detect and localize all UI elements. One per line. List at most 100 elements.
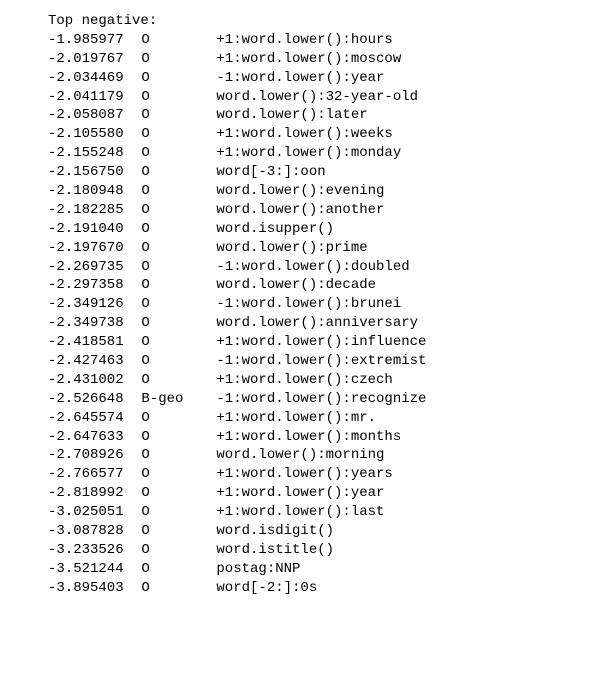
- feature-row: -2.041179 Oword.lower():32-year-old: [48, 88, 614, 107]
- weight-value: -2.526648: [48, 390, 133, 409]
- weight-value: -2.182285: [48, 201, 133, 220]
- class-label: O: [141, 201, 196, 220]
- class-label: O: [141, 314, 196, 333]
- feature-name: -1:word.lower():extremist: [216, 352, 426, 371]
- feature-name: +1:word.lower():last: [216, 503, 384, 522]
- class-label: O: [141, 50, 196, 69]
- feature-name: word.lower():another: [216, 201, 384, 220]
- feature-name: word.lower():decade: [216, 276, 376, 295]
- feature-name: word[-3:]:oon: [216, 163, 325, 182]
- feature-name: +1:word.lower():months: [216, 428, 401, 447]
- weight-value: -3.895403: [48, 579, 133, 598]
- feature-name: word.isupper(): [216, 220, 334, 239]
- class-label: O: [141, 371, 196, 390]
- class-label: O: [141, 295, 196, 314]
- feature-name: word.isdigit(): [216, 522, 334, 541]
- feature-name: -1:word.lower():brunei: [216, 295, 401, 314]
- feature-row: -2.019767 O +1:word.lower():moscow: [48, 50, 614, 69]
- feature-row: -3.025051 O +1:word.lower():last: [48, 503, 614, 522]
- feature-row: -2.180948 Oword.lower():evening: [48, 182, 614, 201]
- feature-name: +1:word.lower():hours: [216, 31, 392, 50]
- class-label: O: [141, 560, 196, 579]
- class-label: O: [141, 163, 196, 182]
- class-label: O: [141, 144, 196, 163]
- feature-row: -2.647633 O+1:word.lower():months: [48, 428, 614, 447]
- feature-name: -1:word.lower():year: [216, 69, 384, 88]
- feature-name: +1:word.lower():moscow: [216, 50, 401, 69]
- weight-value: -3.087828: [48, 522, 133, 541]
- feature-name: +1:word.lower():weeks: [216, 125, 392, 144]
- feature-name: word.lower():prime: [216, 239, 367, 258]
- weight-value: -3.233526: [48, 541, 133, 560]
- feature-name: word.istitle(): [216, 541, 334, 560]
- class-label: O: [141, 31, 196, 50]
- feature-name: word.lower():anniversary: [216, 314, 418, 333]
- feature-row: -2.156750 Oword[-3:]:oon: [48, 163, 614, 182]
- class-label: O: [141, 579, 196, 598]
- class-label: B-geo: [141, 390, 196, 409]
- weight-value: -2.041179: [48, 88, 133, 107]
- class-label: O: [141, 88, 196, 107]
- weight-value: -2.180948: [48, 182, 133, 201]
- feature-name: +1:word.lower():years: [216, 465, 392, 484]
- feature-row: -2.197670 Oword.lower():prime: [48, 239, 614, 258]
- feature-name: -1:word.lower():recognize: [216, 390, 426, 409]
- feature-row: -2.349126 O-1:word.lower():brunei: [48, 295, 614, 314]
- feature-row: -2.191040 Oword.isupper(): [48, 220, 614, 239]
- class-label: O: [141, 258, 196, 277]
- weight-value: -2.105580: [48, 125, 133, 144]
- feature-row: -2.034469 O -1:word.lower():year: [48, 69, 614, 88]
- class-label: O: [141, 125, 196, 144]
- weight-value: -1.985977: [48, 31, 133, 50]
- feature-row: -2.297358 Oword.lower():decade: [48, 276, 614, 295]
- feature-row: -2.269735 O-1:word.lower():doubled: [48, 258, 614, 277]
- class-label: O: [141, 465, 196, 484]
- class-label: O: [141, 69, 196, 88]
- feature-name: +1:word.lower():influence: [216, 333, 426, 352]
- weight-value: -2.431002: [48, 371, 133, 390]
- feature-row: -1.985977 O +1:word.lower():hours: [48, 31, 614, 50]
- feature-row: -3.087828 Oword.isdigit(): [48, 522, 614, 541]
- weight-value: -2.156750: [48, 163, 133, 182]
- weight-value: -2.019767: [48, 50, 133, 69]
- feature-name: word.lower():32-year-old: [216, 88, 418, 107]
- weight-value: -2.818992: [48, 484, 133, 503]
- feature-name: word.lower():later: [216, 106, 367, 125]
- feature-name: word.lower():morning: [216, 446, 384, 465]
- feature-row: -2.418581 O+1:word.lower():influence: [48, 333, 614, 352]
- feature-row: -3.233526 Oword.istitle(): [48, 541, 614, 560]
- weight-value: -2.427463: [48, 352, 133, 371]
- feature-row: -2.708926 Oword.lower():morning: [48, 446, 614, 465]
- feature-row: -2.766577 O+1:word.lower():years: [48, 465, 614, 484]
- class-label: O: [141, 541, 196, 560]
- weight-value: -3.025051: [48, 503, 133, 522]
- feature-row: -2.182285 Oword.lower():another: [48, 201, 614, 220]
- weight-value: -2.034469: [48, 69, 133, 88]
- weight-value: -2.155248: [48, 144, 133, 163]
- class-label: O: [141, 182, 196, 201]
- weight-value: -2.269735: [48, 258, 133, 277]
- weight-value: -2.418581: [48, 333, 133, 352]
- feature-row: -2.526648 B-geo -1:word.lower():recognize: [48, 390, 614, 409]
- feature-row: -2.349738 Oword.lower():anniversary: [48, 314, 614, 333]
- class-label: O: [141, 522, 196, 541]
- feature-weight-listing: Top negative: -1.985977 O+1:word.lower()…: [0, 0, 614, 679]
- weight-value: -2.297358: [48, 276, 133, 295]
- feature-name: +1:word.lower():year: [216, 484, 384, 503]
- feature-name: +1:word.lower():monday: [216, 144, 401, 163]
- class-label: O: [141, 239, 196, 258]
- weight-value: -2.197670: [48, 239, 133, 258]
- feature-row: -2.645574 O+1:word.lower():mr.: [48, 409, 614, 428]
- feature-name: postag:NNP: [216, 560, 300, 579]
- feature-row: -2.431002 O +1:word.lower():czech: [48, 371, 614, 390]
- class-label: O: [141, 106, 196, 125]
- feature-name: +1:word.lower():czech: [216, 371, 392, 390]
- class-label: O: [141, 276, 196, 295]
- rows-container: -1.985977 O+1:word.lower():hours-2.01976…: [48, 31, 614, 598]
- class-label: O: [141, 503, 196, 522]
- class-label: O: [141, 446, 196, 465]
- feature-name: word[-2:]:0s: [216, 579, 317, 598]
- weight-value: -2.349738: [48, 314, 133, 333]
- weight-value: -2.647633: [48, 428, 133, 447]
- class-label: O: [141, 220, 196, 239]
